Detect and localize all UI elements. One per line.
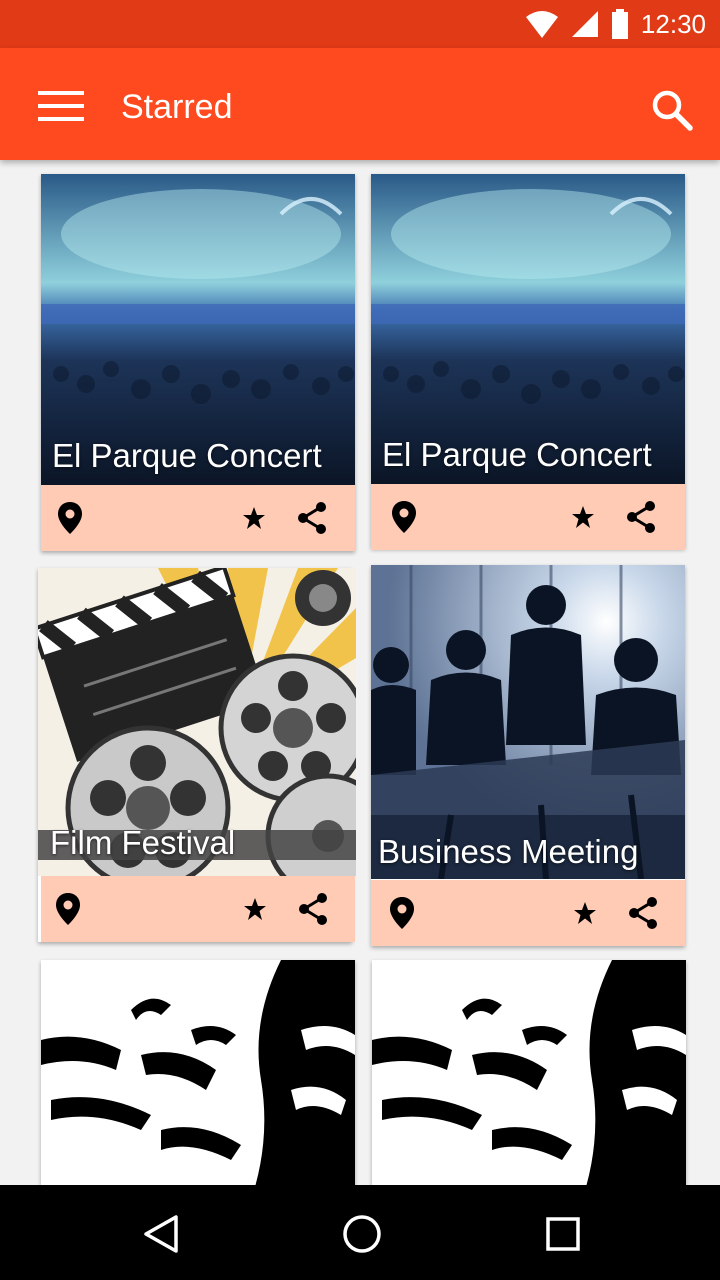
- share-icon[interactable]: [292, 498, 332, 538]
- card-actions: [41, 876, 355, 942]
- star-icon[interactable]: [235, 889, 275, 929]
- back-icon[interactable]: [134, 1207, 188, 1261]
- search-icon[interactable]: [644, 82, 700, 138]
- status-time: 12:30: [640, 8, 706, 39]
- navigation-bar: [0, 1185, 720, 1280]
- status-icons: 12:30: [525, 6, 706, 42]
- card-actions: [41, 485, 355, 551]
- location-pin-icon[interactable]: [50, 498, 90, 538]
- app-bar: Starred: [0, 48, 720, 160]
- battery-icon: [611, 9, 628, 39]
- card-actions: [371, 484, 685, 550]
- wifi-icon: [525, 11, 558, 38]
- share-icon[interactable]: [621, 497, 661, 537]
- share-icon[interactable]: [293, 889, 333, 929]
- signal-icon: [571, 11, 598, 37]
- status-bar: 12:30: [0, 0, 720, 48]
- card-title: Film Festival: [50, 824, 236, 861]
- location-pin-icon[interactable]: [48, 889, 88, 929]
- business-meeting-image: Business Meeting: [371, 565, 685, 879]
- card-actions: [371, 880, 685, 946]
- recents-icon[interactable]: [536, 1207, 590, 1261]
- troll-face-image: [41, 960, 355, 1185]
- concert-crowd-image: El Parque Concert: [371, 174, 685, 484]
- star-icon[interactable]: [234, 498, 274, 538]
- event-card[interactable]: [372, 960, 686, 1185]
- card-title: El Parque Concert: [382, 436, 652, 473]
- card-title: Business Meeting: [378, 833, 639, 870]
- event-card[interactable]: [41, 960, 355, 1185]
- event-card[interactable]: El Parque Concert: [371, 174, 685, 550]
- event-card[interactable]: Film Festival: [38, 568, 356, 942]
- location-pin-icon[interactable]: [384, 497, 424, 537]
- page-title: Starred: [121, 88, 233, 126]
- star-icon[interactable]: [563, 497, 603, 537]
- starred-grid: El Parque Concert El Parque Concert Film…: [0, 160, 720, 1185]
- share-icon[interactable]: [623, 893, 663, 933]
- event-card[interactable]: Business Meeting: [371, 565, 685, 946]
- star-icon[interactable]: [565, 893, 605, 933]
- card-title: El Parque Concert: [52, 437, 322, 474]
- event-card[interactable]: El Parque Concert: [41, 174, 355, 551]
- film-reels-image: Film Festival: [38, 568, 356, 876]
- concert-crowd-image: El Parque Concert: [41, 174, 355, 485]
- hamburger-menu-icon[interactable]: [28, 80, 94, 132]
- home-icon[interactable]: [335, 1207, 389, 1261]
- troll-face-image: [372, 960, 686, 1185]
- location-pin-icon[interactable]: [382, 893, 422, 933]
